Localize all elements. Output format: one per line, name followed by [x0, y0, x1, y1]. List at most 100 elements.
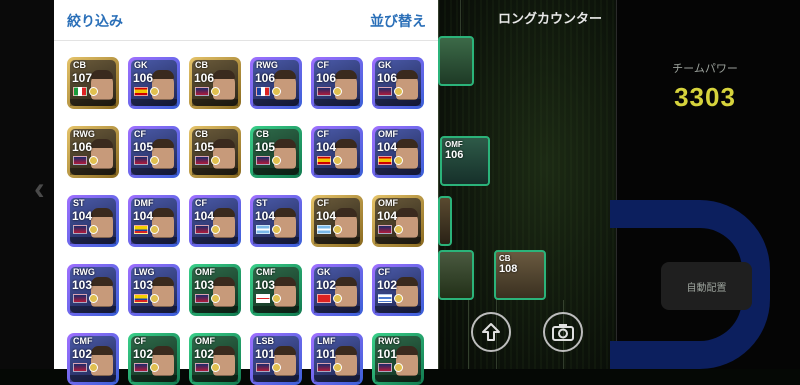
- player-card[interactable]: LSB 101: [250, 333, 302, 385]
- formation-player-card[interactable]: [438, 196, 452, 246]
- card-footer: [192, 375, 238, 382]
- club-badge-icon: [150, 363, 159, 372]
- card-position: CF: [134, 336, 146, 346]
- player-card[interactable]: CF 104: [311, 195, 363, 247]
- card-position: RWG: [378, 336, 400, 346]
- player-position: CB: [499, 254, 511, 263]
- formation-title: ロングカウンター: [497, 11, 602, 26]
- player-card[interactable]: RWG 103: [67, 264, 119, 316]
- player-card[interactable]: GK 106: [372, 57, 424, 109]
- player-card[interactable]: DMF 104: [128, 195, 180, 247]
- club-badge-icon: [272, 363, 281, 372]
- card-footer: [314, 375, 360, 382]
- club-badge-icon: [150, 225, 159, 234]
- player-card[interactable]: CB 106: [189, 57, 241, 109]
- camera-button[interactable]: [543, 312, 583, 352]
- card-position: GK: [134, 60, 148, 70]
- card-footer: [131, 306, 177, 313]
- card-position: CB: [73, 60, 86, 70]
- nationality-flag-icon: [317, 156, 331, 165]
- player-card[interactable]: OMF 102: [189, 333, 241, 385]
- player-hair: [396, 139, 418, 148]
- nationality-flag-icon: [317, 225, 331, 234]
- card-footer: [375, 237, 421, 244]
- player-card[interactable]: CF 106: [311, 57, 363, 109]
- player-hair: [91, 70, 113, 79]
- team-power-value: 3303: [674, 82, 736, 112]
- card-rating: 104: [316, 140, 337, 154]
- card-rating: 107: [72, 71, 93, 85]
- club-badge-icon: [150, 294, 159, 303]
- club-badge-icon: [211, 87, 220, 96]
- player-hair: [335, 346, 357, 355]
- chevron-left-icon[interactable]: ‹: [34, 170, 45, 207]
- player-card[interactable]: ST 104: [250, 195, 302, 247]
- player-card[interactable]: GK 106: [128, 57, 180, 109]
- player-card[interactable]: CMF 103: [250, 264, 302, 316]
- card-footer: [70, 237, 116, 244]
- card-position: CF: [317, 129, 329, 139]
- player-card[interactable]: OMF 103: [189, 264, 241, 316]
- player-hair: [213, 139, 235, 148]
- club-badge-icon: [272, 225, 281, 234]
- player-hair: [274, 208, 296, 217]
- player-card[interactable]: GK 102: [311, 264, 363, 316]
- player-hair: [335, 139, 357, 148]
- card-rating: 104: [72, 209, 93, 223]
- player-card[interactable]: OMF 104: [372, 195, 424, 247]
- player-card[interactable]: CB 107: [67, 57, 119, 109]
- nationality-flag-icon: [317, 363, 331, 372]
- card-position: CF: [317, 198, 329, 208]
- player-card[interactable]: CF 105: [128, 126, 180, 178]
- player-rating: 108: [499, 263, 518, 275]
- card-footer: [314, 306, 360, 313]
- club-badge-icon: [89, 363, 98, 372]
- card-position: ST: [73, 198, 85, 208]
- player-position: OMF: [445, 140, 463, 149]
- club-badge-icon: [394, 294, 403, 303]
- player-card[interactable]: CB 105: [250, 126, 302, 178]
- card-rating: 104: [255, 209, 276, 223]
- card-rating: 106: [255, 71, 276, 85]
- player-card[interactable]: ST 104: [67, 195, 119, 247]
- formation-player-card[interactable]: [438, 36, 474, 86]
- auto-arrange-button[interactable]: 自動配置: [661, 262, 752, 310]
- card-rating: 106: [316, 71, 337, 85]
- player-card[interactable]: CF 102: [372, 264, 424, 316]
- card-rating: 104: [377, 209, 398, 223]
- upload-button[interactable]: [471, 312, 511, 352]
- card-rating: 101: [377, 347, 398, 361]
- player-card[interactable]: RWG 106: [67, 126, 119, 178]
- card-footer: [253, 375, 299, 382]
- formation-player-card[interactable]: OMF 106: [440, 136, 490, 186]
- card-footer: [192, 237, 238, 244]
- card-footer: [131, 375, 177, 382]
- card-rating: 103: [133, 278, 154, 292]
- player-card[interactable]: LWG 103: [128, 264, 180, 316]
- nationality-flag-icon: [73, 225, 87, 234]
- player-card[interactable]: OMF 104: [372, 126, 424, 178]
- player-hair: [213, 208, 235, 217]
- filter-button[interactable]: 絞り込み: [67, 11, 123, 31]
- player-card[interactable]: CF 102: [128, 333, 180, 385]
- card-rating: 104: [194, 209, 215, 223]
- player-card[interactable]: CF 104: [311, 126, 363, 178]
- card-footer: [192, 99, 238, 106]
- player-card[interactable]: CMF 102: [67, 333, 119, 385]
- card-footer: [131, 168, 177, 175]
- player-card[interactable]: RWG 101: [372, 333, 424, 385]
- formation-player-card[interactable]: [438, 250, 474, 300]
- player-hair: [274, 277, 296, 286]
- formation-player-card[interactable]: CB 108: [494, 250, 546, 300]
- player-card[interactable]: CF 104: [189, 195, 241, 247]
- player-card[interactable]: RWG 106: [250, 57, 302, 109]
- nationality-flag-icon: [378, 156, 392, 165]
- nationality-flag-icon: [378, 294, 392, 303]
- player-card[interactable]: LMF 101: [311, 333, 363, 385]
- card-position: GK: [378, 60, 392, 70]
- sort-button[interactable]: 並び替え: [370, 11, 426, 31]
- nationality-flag-icon: [195, 156, 209, 165]
- club-badge-icon: [394, 363, 403, 372]
- player-card[interactable]: CB 105: [189, 126, 241, 178]
- nationality-flag-icon: [256, 294, 270, 303]
